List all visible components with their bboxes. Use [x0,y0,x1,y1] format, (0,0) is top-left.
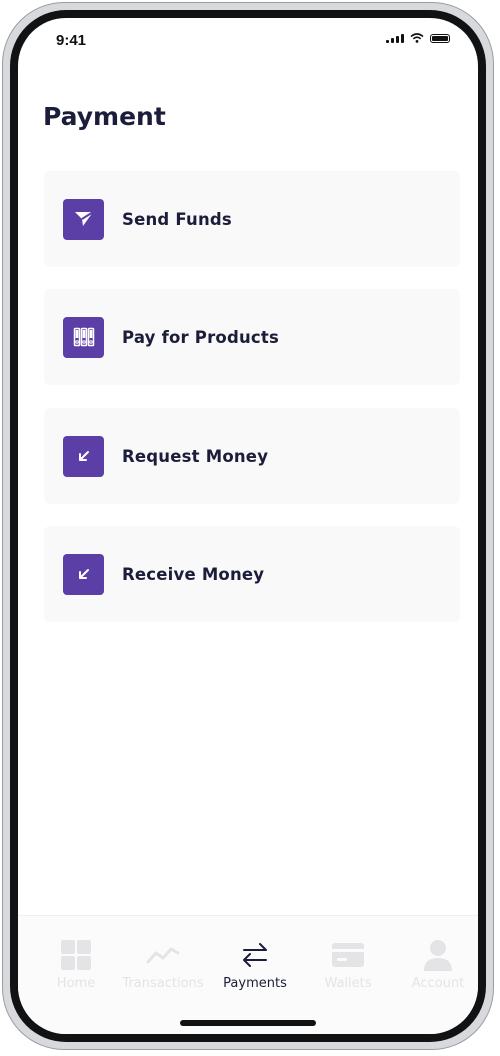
wifi-icon [410,33,424,43]
tab-label: Payments [223,976,287,991]
request-money-option[interactable]: Request Money [44,408,460,504]
tab-label: Wallets [324,976,372,991]
products-icon [63,316,104,358]
option-label: Request Money [122,446,269,466]
tab-transactions[interactable]: Transactions [118,938,208,991]
tab-account[interactable]: Account [393,938,478,991]
trend-icon [146,938,180,972]
screen: 9:41 Payment Send Funds Pay for Products… [18,18,478,1034]
user-icon [423,938,453,972]
option-label: Pay for Products [122,327,279,347]
send-funds-option[interactable]: Send Funds [44,171,460,267]
option-label: Send Funds [122,209,232,229]
page-title: Payment [43,102,166,131]
phone-bezel: 9:41 Payment Send Funds Pay for Products… [10,10,486,1042]
tab-bar: Home Transactions Payments Wallets Accou… [18,915,478,1034]
swap-arrows-icon [241,938,269,972]
option-label: Receive Money [122,564,265,584]
signal-icon [386,33,404,43]
tab-label: Account [411,976,465,991]
receive-money-option[interactable]: Receive Money [44,526,460,622]
tab-wallets[interactable]: Wallets [303,938,393,991]
home-indicator [180,1020,316,1026]
status-time: 9:41 [56,32,87,49]
arrow-down-left-icon [63,435,104,477]
battery-icon [430,33,450,43]
tab-label: Home [56,976,96,991]
tab-home[interactable]: Home [31,938,121,991]
tab-payments[interactable]: Payments [210,938,300,991]
phone-frame: 9:41 Payment Send Funds Pay for Products… [2,2,494,1050]
grid-icon [60,938,92,972]
card-icon [332,938,364,972]
paper-plane-icon [63,198,104,240]
pay-for-products-option[interactable]: Pay for Products [44,289,460,385]
tab-label: Transactions [122,976,204,991]
status-icons [386,33,450,43]
arrow-down-left-icon [63,553,104,595]
